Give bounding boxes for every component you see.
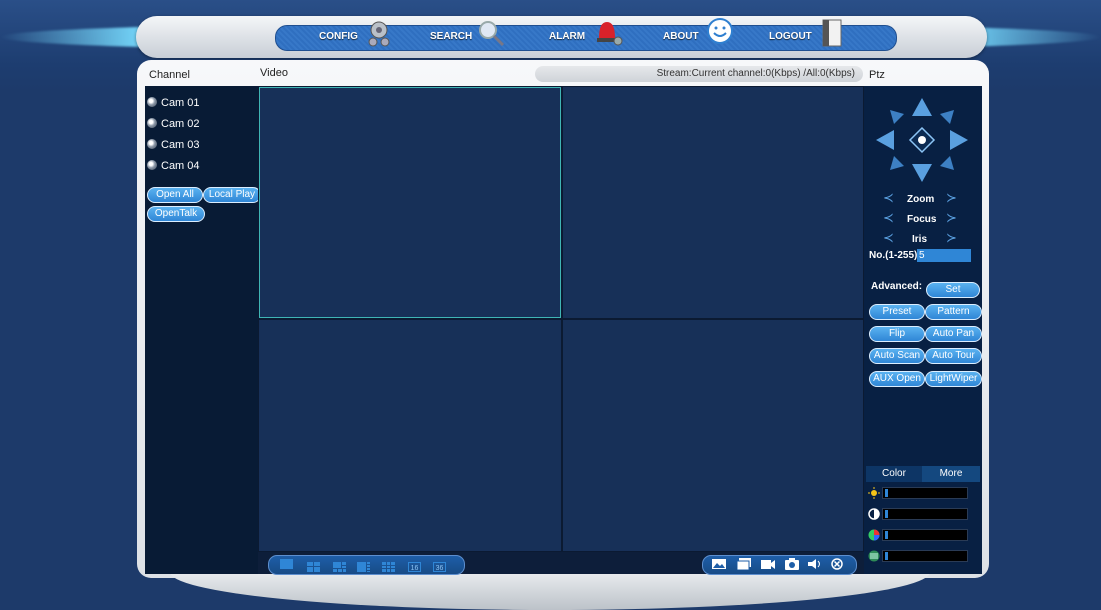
svg-text:16: 16: [411, 565, 419, 572]
contrast-icon: [868, 507, 880, 520]
channel-header: Channel: [149, 69, 190, 81]
advanced-label: Advanced:: [871, 281, 923, 292]
slider-knob[interactable]: [885, 489, 888, 497]
preset-number-label: No.(1-255):: [869, 250, 921, 261]
color-tabs: Color More: [866, 466, 980, 482]
channel-label: Cam 03: [161, 139, 200, 151]
channel-label: Cam 01: [161, 97, 200, 109]
camera-dot-icon: [147, 160, 157, 170]
brightness-icon: [868, 486, 880, 499]
brightness-slider[interactable]: [882, 487, 968, 499]
menu-config[interactable]: CONFIG: [319, 25, 358, 49]
record-icon[interactable]: [761, 558, 775, 570]
split-16-icon[interactable]: 16: [408, 559, 421, 572]
audio-icon[interactable]: [808, 558, 822, 570]
close-all-icon[interactable]: [830, 558, 844, 570]
saturation-icon: [868, 528, 880, 541]
zoom-label: Zoom: [907, 194, 935, 205]
window-icon[interactable]: [736, 558, 751, 571]
panel-base: [170, 572, 930, 610]
channel-item[interactable]: Cam 01: [147, 97, 200, 113]
channel-item[interactable]: Cam 03: [147, 139, 200, 155]
light-wiper-button[interactable]: LightWiper: [925, 371, 982, 387]
stream-status: Stream:Current channel:0(Kbps) /All:0(Kb…: [656, 68, 855, 79]
video-cell-1[interactable]: [259, 87, 561, 318]
ptz-direction-pad[interactable]: [872, 94, 972, 186]
slider-knob[interactable]: [885, 510, 888, 518]
menu-search[interactable]: SEARCH: [430, 25, 472, 49]
camera-dot-icon: [147, 97, 157, 107]
set-button[interactable]: Set: [926, 282, 980, 298]
split-8-icon[interactable]: [357, 559, 370, 572]
local-play-button[interactable]: Local Play: [203, 187, 261, 203]
door-icon[interactable]: [819, 18, 849, 48]
camera-dot-icon: [147, 139, 157, 149]
split-9-icon[interactable]: [382, 559, 395, 572]
aux-open-button[interactable]: AUX Open: [869, 371, 925, 387]
channel-label: Cam 02: [161, 118, 200, 130]
split-4-icon[interactable]: [307, 559, 320, 572]
gear-icon[interactable]: [365, 18, 395, 48]
zoom-in-button[interactable]: ≻: [946, 190, 957, 206]
pattern-button[interactable]: Pattern: [925, 304, 982, 320]
menu-logout[interactable]: LOGOUT: [769, 25, 812, 49]
channel-item[interactable]: Cam 04: [147, 160, 200, 176]
magnifier-icon[interactable]: [476, 18, 506, 48]
slider-knob[interactable]: [885, 552, 888, 560]
iris-open-button[interactable]: ≻: [946, 230, 957, 246]
iris-label: Iris: [912, 234, 928, 245]
stream-status-bar: Stream:Current channel:0(Kbps) /All:0(Kb…: [535, 66, 863, 82]
preset-number-input[interactable]: [917, 249, 971, 262]
channel-item[interactable]: Cam 02: [147, 118, 200, 134]
split-6-icon[interactable]: [333, 559, 346, 572]
smiley-icon[interactable]: [705, 18, 735, 48]
camera-dot-icon: [147, 118, 157, 128]
focus-far-button[interactable]: ≻: [946, 210, 957, 226]
video-header: Video: [260, 67, 288, 79]
video-cell-3[interactable]: [259, 320, 561, 551]
svg-text:36: 36: [436, 565, 444, 572]
alarm-siren-icon[interactable]: [594, 18, 624, 48]
tab-more[interactable]: More: [922, 466, 980, 482]
snapshot-icon[interactable]: [785, 558, 799, 570]
open-all-button[interactable]: Open All: [147, 187, 203, 203]
tab-color[interactable]: Color: [866, 466, 922, 482]
menu-about[interactable]: ABOUT: [663, 25, 699, 49]
ptz-header: Ptz: [869, 69, 885, 81]
contrast-slider[interactable]: [882, 508, 968, 520]
open-talk-button[interactable]: OpenTalk: [147, 206, 205, 222]
focus-label: Focus: [907, 214, 937, 225]
flip-button[interactable]: Flip: [869, 326, 925, 342]
split-36-icon[interactable]: 36: [433, 559, 446, 572]
split-1-icon[interactable]: [280, 559, 293, 569]
auto-pan-button[interactable]: Auto Pan: [925, 326, 982, 342]
video-cell-2[interactable]: [563, 87, 863, 318]
hue-slider[interactable]: [882, 550, 968, 562]
auto-tour-button[interactable]: Auto Tour: [925, 348, 982, 364]
menu-alarm[interactable]: ALARM: [549, 25, 585, 49]
channel-label: Cam 04: [161, 160, 200, 172]
preset-button[interactable]: Preset: [869, 304, 925, 320]
slider-knob[interactable]: [885, 531, 888, 539]
hue-icon: [868, 549, 880, 562]
image-settings-icon[interactable]: [712, 558, 726, 570]
focus-near-button[interactable]: ≺: [883, 210, 894, 226]
auto-scan-button[interactable]: Auto Scan: [869, 348, 925, 364]
saturation-slider[interactable]: [882, 529, 968, 541]
iris-close-button[interactable]: ≺: [883, 230, 894, 246]
zoom-out-button[interactable]: ≺: [883, 190, 894, 206]
video-cell-4[interactable]: [563, 320, 863, 551]
